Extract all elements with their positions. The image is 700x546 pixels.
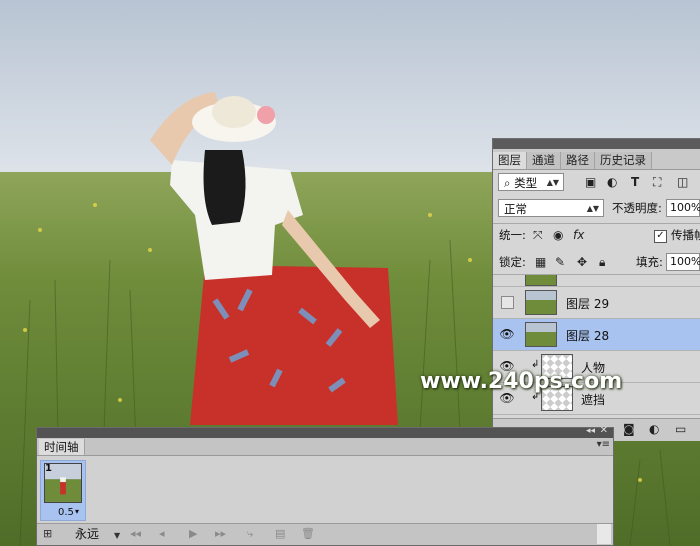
frame-number: 1 [45, 463, 52, 474]
chevron-updown-icon: ▲▼ [586, 204, 599, 213]
lock-transparent-icon[interactable]: ▦ [535, 253, 546, 271]
layers-panel: 图层 通道 路径 历史记录 ⌕ 类型 ▲▼ ▣ ◐ T ⛶ ◫ 正常 ▲▼ 不透… [492, 138, 700, 441]
timeline-toolbar: ⊞ 永远 ▼ ◂◂ ◂ ▶ ▸▸ ⤷ ▤ 🗑︎ [37, 523, 613, 545]
blend-mode-select[interactable]: 正常 ▲▼ [498, 199, 604, 217]
animation-frame[interactable]: 1 0.5 ▾ [40, 460, 86, 521]
tab-paths[interactable]: 路径 [561, 152, 595, 169]
layer-thumbnail [525, 322, 557, 347]
filter-type-label: 类型 [514, 176, 538, 190]
timeline-tabs: 时间轴 ▾≡ [37, 438, 613, 456]
search-icon: ⌕ [504, 176, 515, 190]
frame-delay[interactable]: 0.5 [58, 507, 74, 518]
unify-position-icon[interactable]: ⤧ [533, 226, 543, 244]
tab-channels[interactable]: 通道 [527, 152, 561, 169]
duplicate-frame-icon[interactable]: ▤ [275, 527, 285, 541]
close-icon[interactable]: ✕ [600, 425, 608, 436]
smart-object-filter-icon[interactable]: ◫ [677, 173, 688, 191]
add-mask-icon[interactable]: ◙ [623, 420, 635, 438]
tab-layers[interactable]: 图层 [493, 152, 527, 169]
adjustment-layer-icon[interactable]: ◐ [649, 420, 659, 438]
unify-label: 统一: [499, 228, 526, 242]
layer-thumbnail [525, 290, 557, 315]
propagate-frame-checkbox[interactable]: ✓ [654, 230, 667, 243]
lock-image-icon[interactable]: ✎ [555, 253, 565, 271]
scrollbar[interactable] [597, 524, 611, 544]
blend-mode-value: 正常 [504, 202, 527, 216]
lock-all-icon[interactable]: 🔒︎ [599, 253, 605, 271]
propagate-frame-label: 传播帧 [671, 228, 700, 242]
convert-to-video-timeline-icon[interactable]: ⊞ [43, 527, 52, 541]
eye-icon[interactable]: 👁︎ [499, 327, 515, 341]
panel-title-bar[interactable] [493, 139, 700, 149]
opacity-label: 不透明度: [612, 201, 662, 215]
divider [493, 223, 700, 224]
chevron-updown-icon: ▲▼ [546, 178, 559, 187]
opacity-field[interactable]: 100% [666, 199, 700, 217]
shape-filter-icon[interactable]: ⛶ [653, 173, 661, 191]
lock-label: 锁定: [499, 255, 526, 269]
layer-name[interactable]: 图层 28 [566, 327, 609, 344]
visibility-toggle[interactable] [501, 296, 514, 309]
next-frame-icon[interactable]: ▸▸ [215, 527, 226, 541]
fill-label: 填充: [636, 255, 663, 269]
layer-row-partial[interactable] [493, 275, 700, 287]
chevron-down-icon[interactable]: ▾ [75, 507, 79, 516]
adjustment-filter-icon[interactable]: ◐ [607, 173, 617, 191]
chevron-down-icon[interactable]: ▼ [114, 529, 120, 543]
lock-position-icon[interactable]: ✥ [577, 253, 587, 271]
panel-tabs: 图层 通道 路径 历史记录 [493, 149, 700, 170]
image-filter-icon[interactable]: ▣ [585, 173, 596, 191]
layer-thumbnail [525, 275, 557, 286]
layer-row[interactable]: 图层 29 [493, 287, 700, 319]
folder-icon[interactable]: ▭ [675, 420, 686, 438]
play-icon[interactable]: ▶ [189, 527, 197, 541]
timeline-panel: ◂◂ ✕ 时间轴 ▾≡ 1 0.5 ▾ ⊞ 永远 ▼ ◂◂ ◂ ▶ ▸▸ ⤷ ▤ … [36, 425, 614, 546]
tween-icon[interactable]: ⤷ [247, 527, 253, 541]
tab-history[interactable]: 历史记录 [595, 152, 652, 169]
layer-name[interactable]: 图层 29 [566, 295, 609, 312]
unify-style-icon[interactable]: fx [573, 226, 584, 244]
text-filter-icon[interactable]: T [631, 173, 639, 191]
layer-row-selected[interactable]: 👁︎ 图层 28 [493, 319, 700, 351]
collapse-icon[interactable]: ◂◂ [586, 426, 595, 436]
layer-filter-select[interactable]: ⌕ 类型 ▲▼ [498, 173, 564, 191]
watermark: www.240ps.com [420, 369, 623, 394]
fill-field[interactable]: 100% [666, 253, 700, 271]
loop-options-select[interactable]: 永远 [75, 527, 99, 541]
tab-timeline[interactable]: 时间轴 [39, 439, 85, 455]
panel-menu-icon[interactable]: ▾≡ [597, 439, 610, 450]
previous-frame-icon[interactable]: ◂ [159, 527, 165, 541]
trash-icon[interactable]: 🗑︎ [301, 527, 315, 541]
timeline-title-bar[interactable]: ◂◂ ✕ [37, 425, 613, 438]
first-frame-icon[interactable]: ◂◂ [130, 527, 141, 541]
unify-visibility-icon[interactable]: ◉ [553, 226, 563, 244]
